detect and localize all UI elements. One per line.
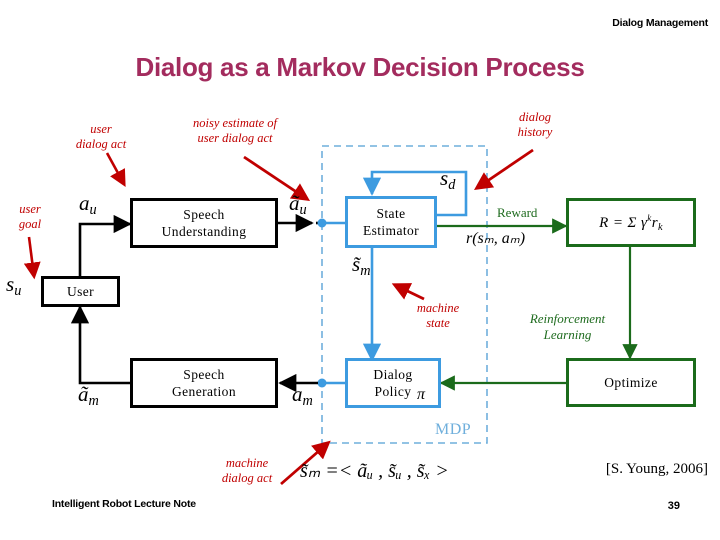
junction-dot-au-tilde: [317, 218, 327, 228]
mdp-label: MDP: [435, 421, 472, 438]
user-dialog-act-line2: dialog act: [75, 137, 127, 151]
symbol-a-m: am: [292, 382, 313, 409]
reinforcement-learning-line2: Learning: [543, 327, 592, 342]
annotation-machine-state: machine state: [402, 301, 474, 331]
symbol-s-m-tilde: s̃m: [352, 252, 371, 279]
edge-user-to-speech-understanding: [78, 214, 132, 276]
state-estimator-line1: State: [376, 206, 406, 221]
pointer-user-dialog-act: [105, 152, 126, 187]
box-user[interactable]: User: [41, 276, 120, 307]
state-estimator-line2: Estimator: [362, 223, 420, 238]
speech-generation-line2: Generation: [172, 384, 236, 399]
box-reward[interactable]: R = Σ γkrk: [566, 198, 696, 247]
box-dialog-policy[interactable]: Dialog Policy: [345, 358, 441, 408]
dialog-history-line2: history: [517, 125, 553, 139]
slide-canvas: Dialog Management Dialog as a Markov Dec…: [0, 0, 720, 540]
symbol-a-u-tilde: ãu: [289, 191, 307, 218]
annotation-user-dialog-act: user dialog act: [56, 122, 146, 152]
reward-formula: R = Σ γkrk: [599, 212, 663, 233]
pointer-machine-state: [391, 283, 425, 301]
annotation-noisy-estimate: noisy estimate of user dialog act: [172, 116, 298, 146]
box-optimize[interactable]: Optimize: [566, 358, 696, 407]
user-goal-line2: goal: [18, 217, 42, 231]
footer-left: Intelligent Robot Lecture Note: [52, 498, 196, 510]
machine-state-line2: state: [426, 316, 450, 330]
pointer-dialog-history: [473, 148, 534, 191]
annotation-dialog-history: dialog history: [500, 110, 570, 140]
annotation-machine-dialog-act: machine dialog act: [203, 456, 291, 486]
symbol-s-d: sd: [440, 166, 456, 193]
dialog-policy-pi-symbol: π: [417, 386, 426, 403]
machine-state-line1: machine: [416, 301, 460, 315]
machine-dialog-act-line2: dialog act: [221, 471, 273, 485]
box-speech-understanding[interactable]: Speech Understanding: [130, 198, 278, 248]
annotation-user-goal: user goal: [2, 202, 58, 232]
speech-understanding-line1: Speech: [183, 207, 225, 222]
speech-understanding-line2: Understanding: [161, 224, 247, 239]
citation: [S. Young, 2006]: [605, 461, 708, 477]
symbol-a-u: au: [79, 191, 97, 218]
annotation-reward-label: Reward: [497, 205, 538, 220]
box-state-estimator[interactable]: State Estimator: [345, 196, 437, 248]
speech-generation-line1: Speech: [183, 367, 225, 382]
symbol-state-definition: s̃ₘ =< ãᵤ , s̃ᵤ , s̃ₓ >: [300, 460, 449, 482]
dialog-history-line1: dialog: [519, 110, 551, 124]
symbol-reward-function: r(sₘ, aₘ): [466, 230, 526, 247]
box-speech-generation[interactable]: Speech Generation: [130, 358, 278, 408]
page-title: Dialog as a Markov Decision Process: [135, 52, 585, 82]
machine-dialog-act-line1: machine: [225, 456, 269, 470]
slide-header-right: Dialog Management: [612, 17, 708, 29]
symbol-a-m-tilde: ãm: [78, 382, 99, 409]
junction-dot-am: [317, 378, 327, 388]
noisy-estimate-line2: user dialog act: [197, 131, 273, 145]
pointer-user-goal: [23, 236, 41, 280]
box-user-label: User: [66, 284, 95, 299]
edge-speech-generation-to-user: [70, 305, 130, 385]
dialog-policy-line2: Policy: [374, 384, 412, 399]
dialog-policy-line1: Dialog: [373, 367, 413, 382]
footer-page-number: 39: [667, 500, 680, 512]
noisy-estimate-line1: noisy estimate of: [192, 116, 277, 130]
symbol-s-u: su: [6, 272, 22, 299]
annotation-reinforcement-learning: Reinforcement Learning: [505, 311, 630, 343]
reinforcement-learning-line1: Reinforcement: [529, 311, 606, 326]
optimize-label: Optimize: [604, 375, 658, 390]
user-dialog-act-line1: user: [90, 122, 112, 136]
user-goal-line1: user: [19, 202, 41, 216]
